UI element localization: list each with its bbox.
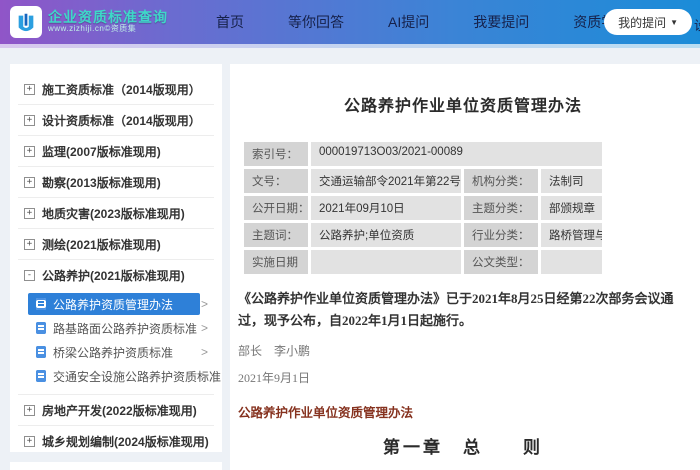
nav-item[interactable]: AI提问 (388, 12, 429, 32)
meta-field-label: 公开日期： (244, 196, 308, 220)
document-icon (36, 322, 46, 334)
signature-date: 2021年9月1日 (238, 371, 311, 385)
sidebar-secondary-panel (10, 462, 222, 470)
nav-item[interactable]: 首页 (216, 12, 244, 32)
sidebar-item[interactable]: + 施工资质标准（2014版现用） (18, 74, 214, 104)
document-meta-table: 索引号： 000019713O03/2021-00089 文号： 交通运输部令2021… (244, 142, 602, 274)
document-icon (36, 346, 46, 358)
chevron-right-icon: > (200, 297, 208, 311)
sidebar-item-label: 施工资质标准（2014版现用） (42, 82, 201, 97)
sidebar-item[interactable]: + 地质灾害(2023版标准现用) (18, 198, 214, 228)
collapse-icon[interactable]: - (24, 269, 35, 281)
page-title: 公路养护作业单位资质管理办法 (343, 98, 582, 115)
sidebar-item-label: 城乡规划编制(2024版标准现用) (42, 434, 209, 449)
sidebar-subitem[interactable]: 路基路面公路养护资质标准 > (18, 316, 214, 340)
meta-field-label: 机构分类： (464, 169, 538, 193)
meta-field-value: 公路养护;单位资质 (311, 223, 461, 247)
announcement-paragraph: 《公路养护作业单位资质管理办法》已于2021年8月25日经第22次部务会议通过，… (238, 291, 674, 328)
sidebar-subitem-label: 路基路面公路养护资质标准 (53, 321, 198, 336)
meta-field-label: 实施日期 (244, 250, 308, 274)
sidebar-subitem[interactable]: 公路养护资质管理办法 > (18, 292, 214, 316)
meta-field-value (541, 250, 602, 274)
meta-field-value: 部颁规章 (541, 196, 602, 220)
meta-table-row: 公开日期： 2021年09月10日 主题分类： 部颁规章 (244, 196, 602, 220)
chevron-right-icon: > (200, 369, 208, 383)
meta-field-label: 主题词： (244, 223, 308, 247)
expand-icon[interactable]: + (24, 145, 35, 157)
sidebar-subitem[interactable]: 交通安全设施公路养护资质标准 > (18, 364, 221, 388)
meta-table-row: 文号： 交通运输部令2021年第22号 机构分类： 法制司 (244, 169, 602, 193)
expand-icon[interactable]: + (24, 207, 35, 219)
sidebar-item[interactable]: - 公路养护(2021版标准现用) (18, 260, 214, 290)
meta-field-value: 2021年09月10日 (311, 196, 461, 220)
header-accent-strip (0, 44, 700, 48)
chevron-down-icon: ▼ (670, 17, 678, 27)
sidebar-item[interactable]: + 测绘(2021版标准现用) (18, 229, 214, 259)
expand-icon[interactable]: + (24, 238, 35, 250)
chapter-one-heading: 第一章 总 则 (383, 438, 543, 457)
expand-icon[interactable]: + (24, 176, 35, 188)
meta-field-label: 文号： (244, 169, 308, 193)
meta-table-row: 主题词：公路养护;单位资质行业分类：路桥管理与养护 (244, 223, 602, 247)
meta-table-row: 索引号： 000019713O03/2021-00089 (244, 142, 602, 166)
meta-field-value: 交通运输部令2021年第22号 (311, 169, 461, 193)
meta-field-label: 主题分类： (464, 196, 538, 220)
chevron-right-icon: > (200, 321, 208, 335)
expand-icon[interactable]: + (24, 404, 35, 416)
my-questions-label: 我的提问 (618, 15, 667, 30)
sidebar-item-label: 公路养护(2021版标准现用) (42, 268, 185, 283)
main-nav: 首页 等你回答 AI提问 我要提问 资质学堂 (216, 12, 629, 32)
sidebar-subitem-label: 交通安全设施公路养护资质标准 (53, 369, 222, 384)
sidebar-item[interactable]: + 城乡规划编制(2024版标准现用) (18, 426, 214, 456)
nav-item-clipped[interactable]: 设 (694, 15, 700, 34)
sidebar-item[interactable]: + 监理(2007版标准现用) (18, 136, 214, 166)
sidebar-subitem-label: 公路养护资质管理办法 (53, 297, 174, 312)
sidebar-subitem-label: 桥梁公路养护资质标准 (53, 345, 174, 360)
logo-icon (10, 6, 42, 38)
meta-field-value: 法制司 (541, 169, 602, 193)
site-subtitle: www.zizhiji.cn©资质集 (48, 24, 137, 34)
sidebar-item[interactable]: + 设计资质标准（2014版现用） (18, 105, 214, 135)
expand-icon[interactable]: + (24, 114, 35, 126)
nav-item[interactable]: 等你回答 (288, 12, 344, 32)
sidebar-item-label: 监理(2007版标准现用) (42, 144, 161, 159)
sidebar-item-label: 房地产开发(2022版标准现用) (42, 403, 197, 418)
expand-icon[interactable]: + (24, 435, 35, 447)
meta-field-label: 行业分类： (464, 223, 538, 247)
sidebar-item[interactable]: + 勘察(2013版标准现用) (18, 167, 214, 197)
document-icon (36, 298, 46, 310)
minister-signature: 部长 李小鹏 (238, 344, 311, 358)
sidebar-subitem[interactable]: 桥梁公路养护资质标准 > (18, 340, 214, 364)
building-logo-glyph (18, 13, 34, 32)
meta-field-value: 000019713O03/2021-00089 (311, 142, 602, 166)
document-subtitle: 公路养护作业单位资质管理办法 (238, 406, 414, 420)
category-sidebar: + 施工资质标准（2014版现用） + 设计资质标准（2014版现用） + 监理(2007… (10, 64, 222, 452)
meta-field-value: 路桥管理与养护 (541, 223, 602, 247)
meta-field-label: 索引号： (244, 142, 308, 166)
sidebar-item[interactable]: + 房地产开发(2022版标准现用) (18, 395, 214, 425)
document-icon (36, 370, 46, 382)
chevron-right-icon: > (200, 345, 208, 359)
sidebar-item-label: 地质灾害(2023版标准现用) (42, 206, 185, 221)
sidebar-item-label: 测绘(2021版标准现用) (42, 237, 161, 252)
my-questions-dropdown[interactable]: 我的提问 ▼ (604, 9, 692, 35)
nav-item[interactable]: 我要提问 (473, 12, 529, 32)
meta-table-row: 实施日期 公文类型： (244, 250, 602, 274)
document-panel: 公路养护作业单位资质管理办法 索引号： 000019713O03/2021-000… (230, 64, 700, 470)
site-title: 企业资质标准查询 (48, 8, 168, 25)
sidebar-item-label: 勘察(2013版标准现用) (42, 175, 161, 190)
site-logo[interactable]: 企业资质标准查询 www.zizhiji.cn©资质集 (10, 6, 168, 38)
sidebar-item-label: 设计资质标准（2014版现用） (42, 113, 201, 128)
meta-field-label: 公文类型： (464, 250, 538, 274)
meta-field-value (311, 250, 461, 274)
expand-icon[interactable]: + (24, 83, 35, 95)
top-navbar: 企业资质标准查询 www.zizhiji.cn©资质集 首页 等你回答 AI提问 我要… (0, 0, 700, 44)
